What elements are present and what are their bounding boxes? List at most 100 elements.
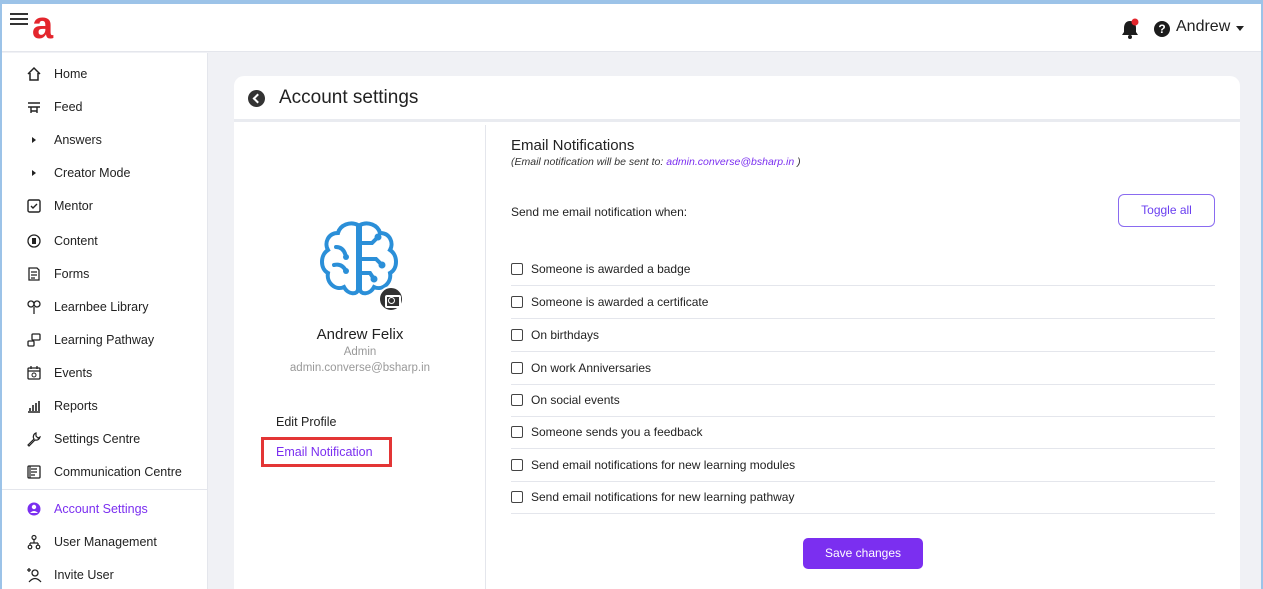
- page-title: Account settings: [279, 87, 419, 108]
- app-logo[interactable]: a: [32, 4, 53, 48]
- sidebar-item-user-management[interactable]: User Management: [2, 527, 208, 557]
- sidebar-item-label: Content: [54, 234, 98, 248]
- sidebar-item-label: Events: [54, 366, 93, 380]
- camera-icon[interactable]: [378, 286, 404, 312]
- checkbox[interactable]: [511, 263, 523, 275]
- list-item[interactable]: On work Anniversaries: [511, 352, 1215, 385]
- sidebar-item-label: Creator Mode: [54, 166, 131, 180]
- profile-pane: Andrew Felix Admin admin.converse@bsharp…: [234, 125, 486, 589]
- sidebar-item-settings-centre[interactable]: Settings Centre: [2, 424, 208, 454]
- top-bar: a ? Andrew: [2, 4, 1261, 52]
- account-settings-card: Account settings Andrew Felix Admin admi…: [234, 76, 1240, 589]
- user-menu[interactable]: Andrew: [1176, 18, 1245, 36]
- library-icon: [27, 300, 41, 314]
- sidebar-item-label: Feed: [54, 100, 83, 114]
- wrench-icon: [27, 432, 41, 447]
- sidebar-item-mentor[interactable]: Mentor: [2, 191, 208, 221]
- edit-profile-link[interactable]: Edit Profile: [276, 415, 336, 429]
- list-item[interactable]: On birthdays: [511, 319, 1215, 352]
- subtitle-suffix: ): [794, 156, 801, 168]
- sidebar-item-label: Communication Centre: [54, 465, 182, 479]
- subtitle-email: admin.converse@bsharp.in: [666, 156, 795, 168]
- checkbox[interactable]: [511, 426, 523, 438]
- list-item[interactable]: Send email notifications for new learnin…: [511, 449, 1215, 482]
- sidebar-item-label: Reports: [54, 399, 98, 413]
- sidebar-item-home[interactable]: Home: [2, 59, 208, 89]
- list-item[interactable]: On social events: [511, 384, 1215, 417]
- checkbox[interactable]: [511, 296, 523, 308]
- sidebar-item-forms[interactable]: Forms: [2, 259, 208, 289]
- back-arrow-icon[interactable]: [248, 90, 265, 107]
- email-notification-link[interactable]: Email Notification: [261, 437, 392, 467]
- option-label: Someone sends you a feedback: [531, 425, 703, 439]
- sidebar-item-learning-pathway[interactable]: Learning Pathway: [2, 325, 208, 355]
- sidebar-item-label: Settings Centre: [54, 432, 141, 446]
- sidebar-item-learnbee-library[interactable]: Learnbee Library: [2, 292, 208, 322]
- sidebar-divider: [2, 489, 208, 490]
- checkbox-icon: [27, 199, 41, 213]
- checkbox[interactable]: [511, 491, 523, 503]
- card-header: Account settings: [234, 76, 1240, 122]
- option-label: On social events: [531, 393, 620, 407]
- reports-icon: [28, 401, 40, 413]
- option-label: On work Anniversaries: [531, 361, 652, 375]
- sidebar-item-content[interactable]: Content: [2, 226, 208, 256]
- option-label: Someone is awarded a certificate: [531, 295, 709, 309]
- invite-user-icon: [27, 568, 42, 583]
- caret-right-icon: [32, 137, 36, 143]
- option-label: On birthdays: [531, 328, 600, 342]
- checkbox[interactable]: [511, 329, 523, 341]
- profile-name: Andrew Felix: [316, 326, 404, 343]
- toggle-all-button[interactable]: Toggle all: [1118, 194, 1215, 227]
- home-icon: [27, 66, 41, 81]
- sidebar-item-label: User Management: [54, 535, 157, 549]
- sidebar-item-invite-user[interactable]: Invite User: [2, 560, 208, 589]
- profile-role: Admin: [343, 346, 377, 358]
- checkbox[interactable]: [511, 362, 523, 374]
- communication-icon: [27, 465, 41, 479]
- sidebar-item-label: Answers: [54, 133, 102, 147]
- option-label: Someone is awarded a badge: [531, 262, 691, 276]
- checkbox[interactable]: [511, 459, 523, 471]
- send-when-label: Send me email notification when:: [511, 205, 688, 219]
- sidebar-item-label: Learning Pathway: [54, 333, 155, 347]
- list-item[interactable]: Someone sends you a feedback: [511, 416, 1215, 449]
- sidebar-item-events[interactable]: Events: [2, 358, 208, 388]
- hamburger-menu-icon[interactable]: [10, 13, 28, 27]
- section-title: Email Notifications: [511, 137, 635, 154]
- account-settings-icon: [27, 502, 41, 516]
- list-item[interactable]: Someone is awarded a certificate: [511, 286, 1215, 319]
- sidebar-item-reports[interactable]: Reports: [2, 391, 208, 421]
- user-name: Andrew: [1176, 18, 1231, 35]
- sidebar-item-label: Account Settings: [54, 502, 148, 516]
- sidebar: Home Feed Answers Creator Mode Mentor Co…: [2, 53, 208, 589]
- save-changes-button[interactable]: Save changes: [803, 538, 923, 569]
- notification-bell-icon[interactable]: [1120, 18, 1140, 40]
- help-icon[interactable]: ?: [1154, 21, 1170, 37]
- feed-icon: [28, 102, 40, 113]
- sidebar-item-label: Home: [54, 67, 88, 81]
- pathway-icon: [27, 333, 41, 347]
- sidebar-item-answers[interactable]: Answers: [2, 125, 208, 155]
- content-icon: [27, 234, 41, 248]
- calendar-icon: [27, 366, 41, 380]
- section-subtitle: (Email notification will be sent to: adm…: [511, 156, 801, 168]
- checkbox[interactable]: [511, 394, 523, 406]
- chevron-down-icon: [1236, 25, 1245, 31]
- option-label: Send email notifications for new learnin…: [531, 458, 796, 472]
- caret-right-icon: [32, 170, 36, 176]
- sidebar-item-label: Learnbee Library: [54, 300, 149, 314]
- user-management-icon: [27, 534, 41, 550]
- list-item[interactable]: Send email notifications for new learnin…: [511, 481, 1215, 514]
- list-item[interactable]: Someone is awarded a badge: [511, 253, 1215, 286]
- forms-icon: [28, 267, 40, 281]
- subtitle-prefix: (Email notification will be sent to:: [511, 156, 667, 168]
- sidebar-item-label: Mentor: [54, 199, 93, 213]
- sidebar-item-label: Forms: [54, 267, 90, 281]
- profile-email: admin.converse@bsharp.in: [289, 362, 431, 374]
- sidebar-item-label: Invite User: [54, 568, 114, 582]
- sidebar-item-communication-centre[interactable]: Communication Centre: [2, 457, 208, 487]
- sidebar-item-creator-mode[interactable]: Creator Mode: [2, 158, 208, 188]
- sidebar-item-feed[interactable]: Feed: [2, 92, 208, 122]
- sidebar-item-account-settings[interactable]: Account Settings: [2, 494, 208, 524]
